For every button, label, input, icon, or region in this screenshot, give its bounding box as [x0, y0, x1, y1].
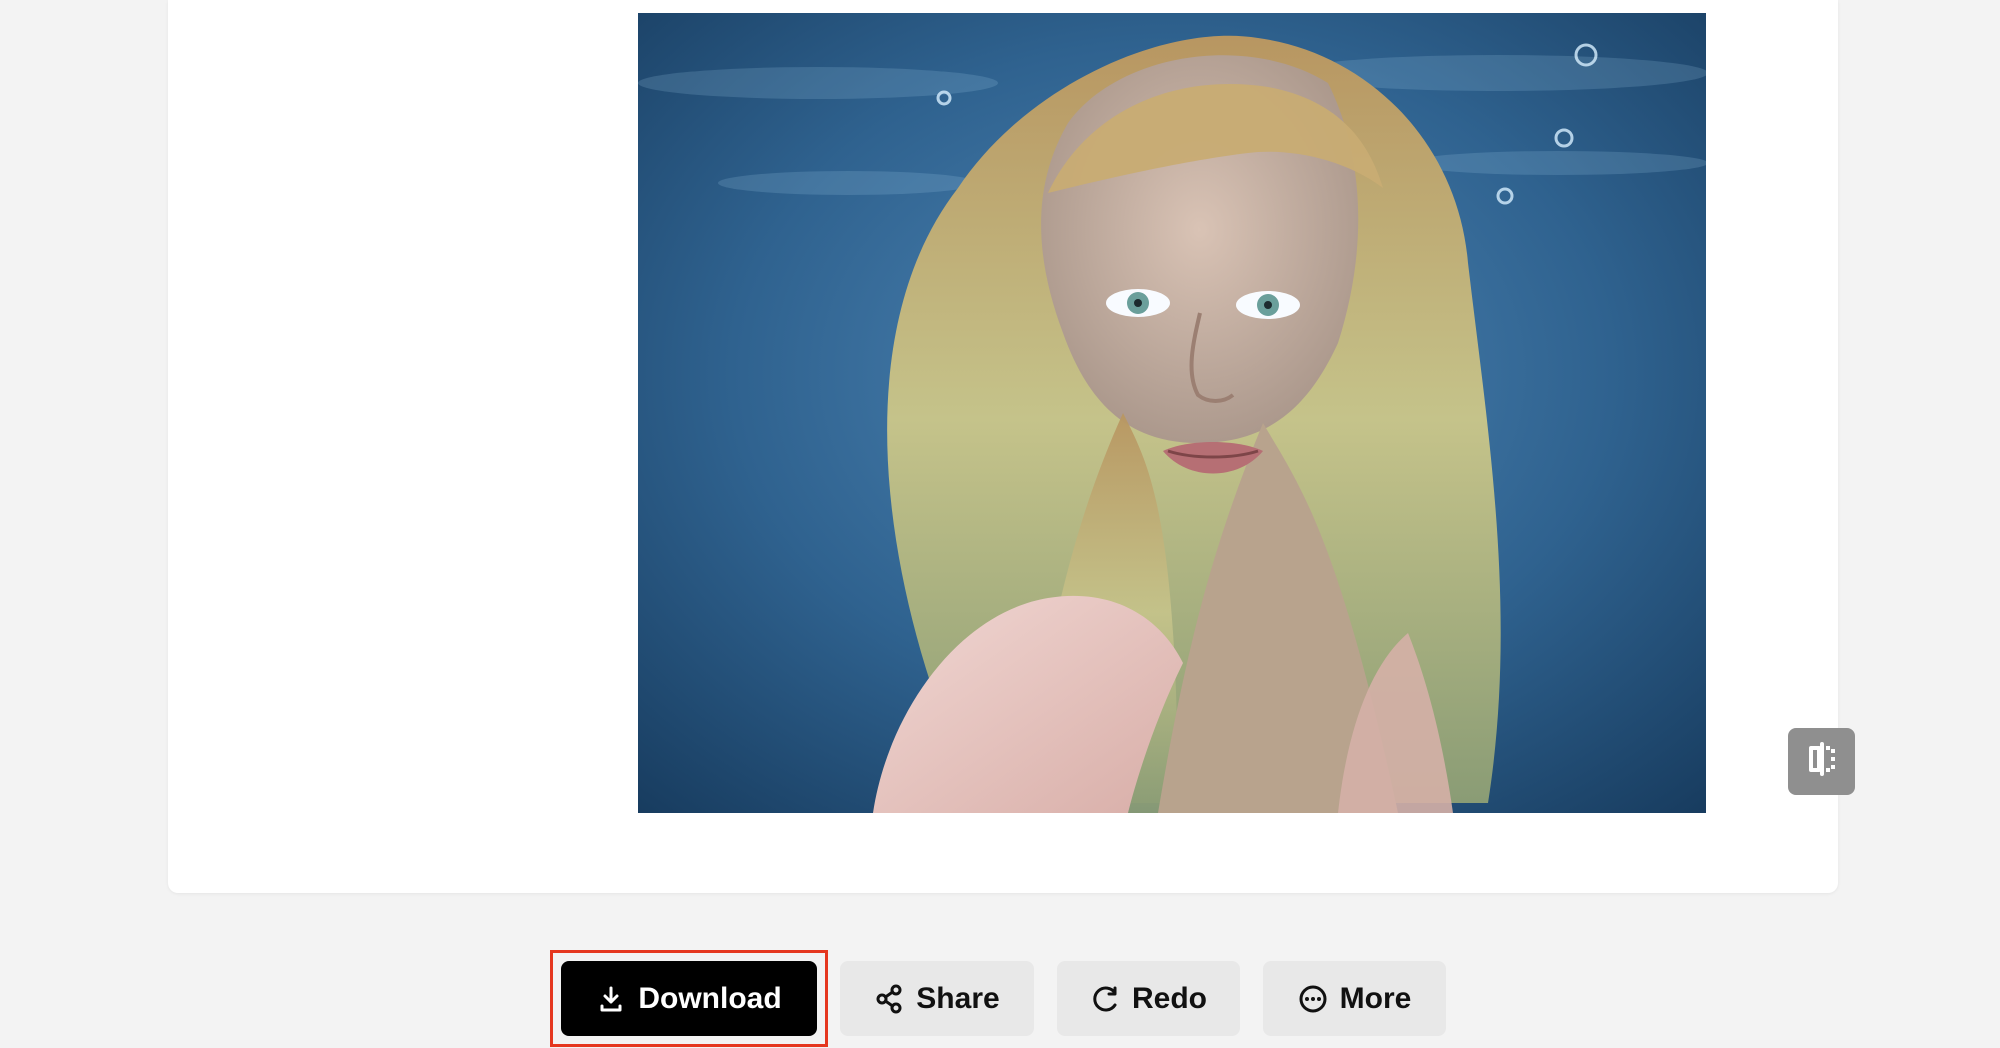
more-button[interactable]: More [1263, 961, 1446, 1036]
redo-label: Redo [1132, 981, 1207, 1015]
portrait-image [638, 13, 1706, 813]
page: Download Share Redo More [0, 0, 2000, 1048]
redo-icon [1090, 984, 1120, 1014]
download-label: Download [638, 981, 782, 1015]
result-card [168, 0, 1855, 893]
download-icon [596, 984, 626, 1014]
share-label: Share [916, 981, 1000, 1015]
more-icon [1298, 984, 1328, 1014]
compare-button[interactable] [1788, 728, 1855, 795]
action-bar: Download Share Redo More [0, 950, 2000, 1048]
share-icon [874, 984, 904, 1014]
more-label: More [1339, 981, 1412, 1015]
compare-icon [1803, 740, 1841, 783]
redo-button[interactable]: Redo [1057, 961, 1240, 1036]
download-button[interactable]: Download [561, 961, 817, 1036]
share-button[interactable]: Share [840, 961, 1034, 1036]
generated-image[interactable] [638, 13, 1706, 813]
